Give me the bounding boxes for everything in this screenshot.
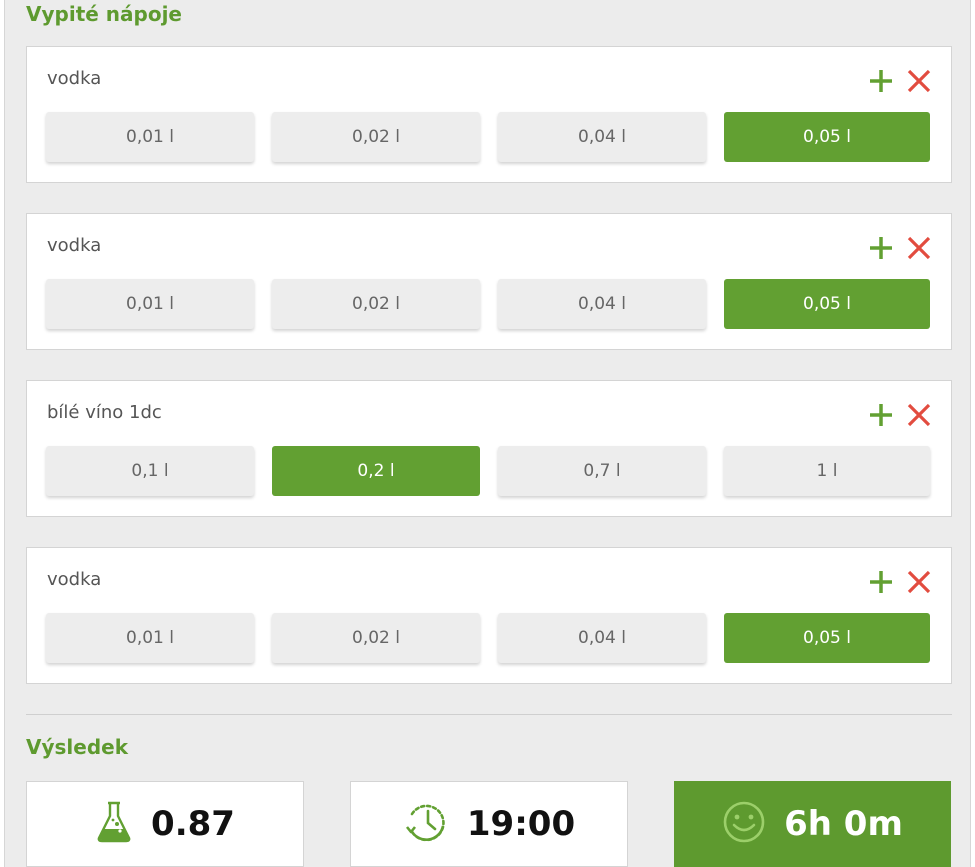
alcohol-level-box: 0.87 [26, 781, 304, 867]
card-actions [867, 67, 933, 95]
amount-option[interactable]: 0,01 l [46, 112, 254, 162]
time-box: 19:00 [350, 781, 628, 867]
add-icon[interactable] [867, 67, 895, 95]
drinks-section-title: Vypité nápoje [26, 2, 182, 26]
drink-name: vodka [47, 68, 102, 89]
amount-option[interactable]: 0,02 l [272, 613, 480, 663]
remove-icon[interactable] [905, 234, 933, 262]
remove-icon[interactable] [905, 67, 933, 95]
sober-time-box: 6h 0m [674, 781, 951, 867]
smiley-icon [722, 800, 766, 848]
amount-option[interactable]: 0,01 l [46, 613, 254, 663]
amount-option[interactable]: 0,05 l [724, 613, 930, 663]
amount-options: 0,01 l 0,02 l 0,04 l 0,05 l [46, 613, 930, 663]
amount-option[interactable]: 0,05 l [724, 112, 930, 162]
drink-card: vodka 0,01 l 0,02 l 0,04 l 0,05 l [26, 46, 952, 183]
card-actions [867, 401, 933, 429]
flask-icon [95, 800, 133, 848]
remove-icon[interactable] [905, 568, 933, 596]
amount-option[interactable]: 0,05 l [724, 279, 930, 329]
clock-icon [403, 800, 449, 848]
add-icon[interactable] [867, 568, 895, 596]
amount-option[interactable]: 1 l [724, 446, 930, 496]
drink-name: vodka [47, 569, 102, 590]
add-icon[interactable] [867, 234, 895, 262]
main-panel: Vypité nápoje vodka 0,01 l 0,02 l 0,04 l… [4, 0, 971, 867]
drink-card: vodka 0,01 l 0,02 l 0,04 l 0,05 l [26, 213, 952, 350]
amount-option[interactable]: 0,04 l [498, 112, 706, 162]
sober-time-value: 6h 0m [784, 804, 903, 844]
result-section-title: Výsledek [26, 735, 129, 759]
time-value: 19:00 [466, 804, 576, 844]
amount-option[interactable]: 0,02 l [272, 279, 480, 329]
amount-option[interactable]: 0,7 l [498, 446, 706, 496]
add-icon[interactable] [867, 401, 895, 429]
alcohol-level-value: 0.87 [151, 804, 235, 844]
amount-option[interactable]: 0,04 l [498, 279, 706, 329]
card-actions [867, 568, 933, 596]
drink-card: bílé víno 1dc 0,1 l 0,2 l 0,7 l 1 l [26, 380, 952, 517]
amount-option[interactable]: 0,2 l [272, 446, 480, 496]
section-divider [26, 714, 952, 715]
amount-options: 0,01 l 0,02 l 0,04 l 0,05 l [46, 279, 930, 329]
amount-option[interactable]: 0,02 l [272, 112, 480, 162]
remove-icon[interactable] [905, 401, 933, 429]
drink-name: vodka [47, 235, 102, 256]
amount-options: 0,01 l 0,02 l 0,04 l 0,05 l [46, 112, 930, 162]
drink-name: bílé víno 1dc [47, 402, 162, 423]
amount-option[interactable]: 0,1 l [46, 446, 254, 496]
amount-option[interactable]: 0,01 l [46, 279, 254, 329]
amount-option[interactable]: 0,04 l [498, 613, 706, 663]
amount-options: 0,1 l 0,2 l 0,7 l 1 l [46, 446, 930, 496]
drink-card: vodka 0,01 l 0,02 l 0,04 l 0,05 l [26, 547, 952, 684]
card-actions [867, 234, 933, 262]
